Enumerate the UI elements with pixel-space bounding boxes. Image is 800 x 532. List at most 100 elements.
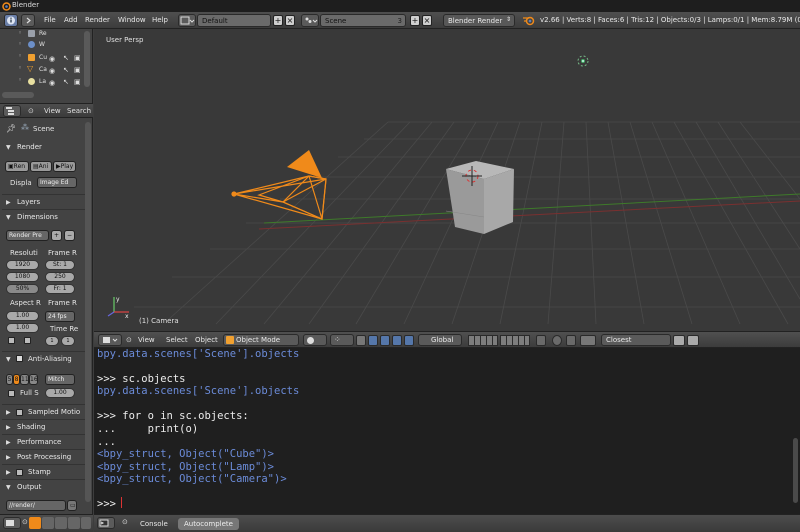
tree-expander-icon[interactable]: ◦	[18, 52, 22, 60]
menu-window[interactable]: Window	[118, 16, 146, 24]
editor-type-info-button[interactable]	[4, 14, 18, 27]
scale-manipulator-button[interactable]	[404, 335, 414, 346]
aspect-y-field[interactable]: 1.00	[6, 323, 39, 333]
outliner-row[interactable]: ◦ Cu ◉ ↖ ▣	[0, 52, 93, 64]
scene-context-icon[interactable]	[55, 517, 67, 529]
collapse-menus-icon[interactable]: ⊙	[126, 336, 132, 344]
add-screen-button[interactable]: +	[273, 15, 283, 26]
output-panel-header[interactable]: ▼ Output	[2, 479, 90, 494]
resolution-y-field[interactable]: 1080	[6, 272, 39, 282]
render-engine-dropdown[interactable]: Blender Render ⇕	[443, 14, 515, 27]
lock-layers-button[interactable]	[536, 335, 546, 346]
aa-samples-11-button[interactable]: 11	[20, 374, 29, 385]
renderable-camera-icon[interactable]: ▣	[74, 78, 81, 86]
filter-size-field[interactable]: 1.00	[45, 388, 75, 398]
opengl-render-image-button[interactable]	[673, 335, 685, 346]
editor-type-properties-button[interactable]	[3, 517, 21, 529]
menu-add[interactable]: Add	[64, 16, 78, 24]
play-animation-button[interactable]: ▶Play	[53, 161, 76, 172]
visibility-eye-icon[interactable]: ◉	[49, 55, 55, 63]
browse-folder-button[interactable]: ▭	[67, 500, 77, 511]
tree-expander-icon[interactable]: ◦	[18, 29, 22, 37]
add-scene-button[interactable]: +	[410, 15, 420, 26]
renderable-camera-icon[interactable]: ▣	[74, 66, 81, 74]
screen-layout-browse-button[interactable]	[178, 14, 196, 27]
border-checkbox[interactable]	[8, 337, 15, 344]
screen-layout-field[interactable]: Default	[197, 14, 271, 27]
outliner-search-menu[interactable]: Search	[67, 107, 91, 115]
layers-grid-right[interactable]	[500, 335, 530, 346]
transform-orientation-dropdown[interactable]: Global	[418, 334, 462, 346]
anti-aliasing-panel-header[interactable]: ▼ Anti-Aliasing	[2, 351, 90, 366]
anti-aliasing-checkbox[interactable]	[16, 355, 23, 362]
3d-viewport[interactable]: User Persp y x (1) Camera	[94, 29, 800, 331]
aa-samples-8-button[interactable]: 8	[13, 374, 20, 385]
menu-view[interactable]: View	[138, 336, 155, 344]
tree-expander-icon[interactable]: ◦	[18, 76, 22, 84]
outliner-vertical-scrollbar[interactable]	[84, 31, 90, 87]
output-path-field[interactable]: //render/	[6, 500, 66, 511]
proportional-editing-button[interactable]	[552, 335, 562, 346]
sampled-motion-blur-panel-header[interactable]: ▶ Sampled Motio	[2, 404, 90, 419]
outliner-row[interactable]: ◦ W	[0, 40, 93, 51]
crop-checkbox[interactable]	[24, 337, 31, 344]
tree-expander-icon[interactable]: ◦	[18, 64, 22, 72]
properties-scrollbar[interactable]	[85, 122, 91, 502]
selectable-arrow-icon[interactable]: ↖	[63, 54, 69, 62]
menu-render[interactable]: Render	[85, 16, 110, 24]
full-sample-checkbox[interactable]	[8, 390, 15, 397]
render-layers-context-icon[interactable]	[42, 517, 54, 529]
render-presets-dropdown[interactable]: Render Pre	[6, 230, 49, 241]
opengl-render-animation-button[interactable]	[687, 335, 699, 346]
remove-screen-button[interactable]: ×	[285, 15, 295, 26]
layers-grid-left[interactable]	[468, 335, 498, 346]
editor-type-outliner-button[interactable]	[3, 105, 21, 117]
collapse-menus-button[interactable]	[21, 14, 35, 27]
snap-element-dropdown[interactable]	[580, 335, 596, 346]
menu-help[interactable]: Help	[152, 16, 168, 24]
snap-toggle-button[interactable]	[566, 335, 576, 346]
outliner-row[interactable]: ◦ La ◉ ↖ ▣	[0, 76, 93, 88]
outliner-horizontal-scrollbar[interactable]	[2, 92, 34, 98]
resolution-x-field[interactable]: 1920	[6, 260, 39, 270]
visibility-eye-icon[interactable]: ◉	[49, 67, 55, 75]
post-processing-panel-header[interactable]: ▶ Post Processing	[2, 449, 90, 464]
selectable-arrow-icon[interactable]: ↖	[63, 66, 69, 74]
snap-target-dropdown[interactable]: Closest	[601, 334, 671, 346]
stamp-panel-header[interactable]: ▶ Stamp	[2, 464, 90, 479]
resolution-percentage-field[interactable]: 50%	[6, 284, 39, 294]
console-prompt[interactable]: >>>	[97, 498, 122, 511]
world-context-icon[interactable]	[68, 517, 80, 529]
manipulator-only-origins-button[interactable]	[356, 335, 366, 346]
frame-step-field[interactable]: Fr: 1	[45, 284, 75, 294]
remove-preset-button[interactable]: −	[64, 230, 75, 241]
time-remap-old-field[interactable]: 1	[45, 336, 59, 346]
aa-samples-5-button[interactable]: 5	[6, 374, 13, 385]
aspect-x-field[interactable]: 1.00	[6, 311, 39, 321]
viewport-shading-dropdown[interactable]	[303, 334, 327, 346]
aa-samples-16-button[interactable]: 16	[29, 374, 38, 385]
frame-end-field[interactable]: 250	[45, 272, 75, 282]
add-preset-button[interactable]: +	[51, 230, 62, 241]
autocomplete-button[interactable]: Autocomplete	[178, 518, 239, 530]
layers-panel-header[interactable]: ▶ Layers	[2, 194, 90, 209]
frame-rate-dropdown[interactable]: 24 fps	[45, 311, 75, 322]
dimensions-panel-header[interactable]: ▼ Dimensions	[2, 209, 90, 224]
console-menu[interactable]: Console	[134, 518, 174, 530]
motion-blur-checkbox[interactable]	[16, 409, 23, 416]
visibility-eye-icon[interactable]: ◉	[49, 79, 55, 87]
object-context-icon[interactable]	[81, 517, 91, 529]
time-remap-new-field[interactable]: 1	[61, 336, 75, 346]
menu-object[interactable]: Object	[195, 336, 218, 344]
display-dropdown[interactable]: Image Ed	[37, 177, 77, 188]
collapse-menus-icon[interactable]: ⊙	[22, 518, 28, 526]
render-context-icon[interactable]	[29, 517, 41, 529]
rotate-manipulator-button[interactable]	[392, 335, 402, 346]
selectable-arrow-icon[interactable]: ↖	[63, 78, 69, 86]
stamp-checkbox[interactable]	[16, 469, 23, 476]
performance-panel-header[interactable]: ▶ Performance	[2, 434, 90, 449]
pin-icon[interactable]: 📌︎	[6, 124, 16, 133]
frame-start-field[interactable]: St: 1	[45, 260, 75, 270]
pivot-point-dropdown[interactable]: ⁘	[330, 334, 354, 346]
outliner-row[interactable]: ◦ Re	[0, 29, 93, 40]
